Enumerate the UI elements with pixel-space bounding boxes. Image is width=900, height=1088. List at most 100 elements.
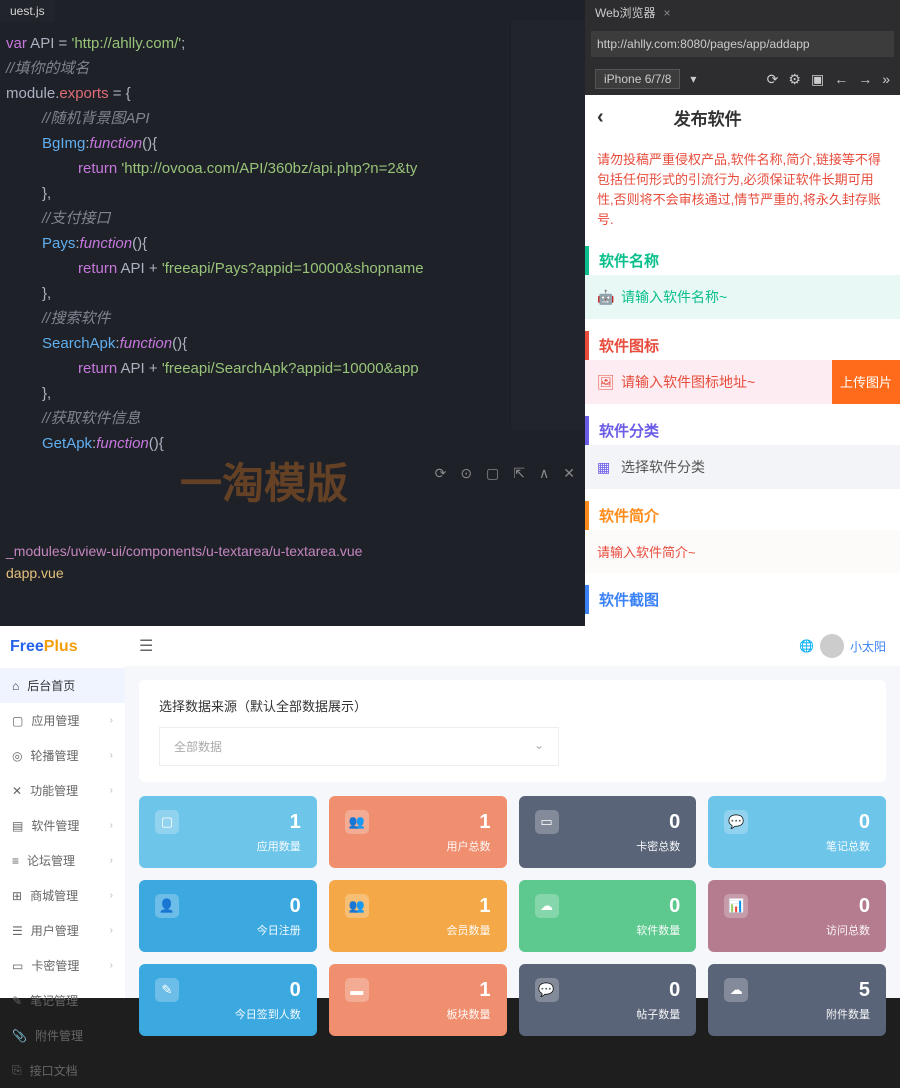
stat-card[interactable]: ▢1应用数量	[139, 796, 317, 868]
card-number: 0	[669, 811, 680, 834]
card-icon: 👥	[345, 810, 369, 834]
toolbar-icon[interactable]: ⟳	[435, 465, 447, 482]
menu-icon: ⎘	[12, 1063, 22, 1078]
panel-title: 选择数据来源（默认全部数据展示）	[159, 696, 866, 715]
menu-icon: ⌂	[12, 679, 19, 693]
menu-icon: ✎	[12, 994, 22, 1008]
card-icon: ☁	[535, 894, 559, 918]
sidebar: FreePlus ⌂后台首页▢应用管理›◎轮播管理›✕功能管理›▤软件管理›≡论…	[0, 626, 125, 998]
sidebar-item[interactable]: ◎轮播管理›	[0, 738, 125, 773]
minimap[interactable]	[510, 20, 585, 430]
card-number: 0	[290, 895, 301, 918]
code-area[interactable]: var API = 'http://ahlly.com/'; //填你的域名 m…	[0, 22, 585, 457]
stat-card[interactable]: ☁5附件数量	[708, 964, 886, 1036]
avatar[interactable]	[820, 634, 844, 658]
desc-input[interactable]: 请输入软件简介~	[585, 530, 900, 573]
filter-panel: 选择数据来源（默认全部数据展示） 全部数据⌄	[139, 680, 886, 782]
sidebar-item[interactable]: ⌂后台首页	[0, 668, 125, 703]
card-icon: 📊	[724, 894, 748, 918]
browser-tab[interactable]: Web浏览器 ×	[585, 0, 900, 25]
icon-input-row[interactable]: 🖼请输入软件图标地址~上传图片	[585, 360, 900, 404]
card-icon: ▢	[155, 810, 179, 834]
more-icon[interactable]: »	[882, 71, 890, 88]
gear-icon[interactable]: ⚙	[788, 71, 801, 88]
stat-card[interactable]: ▬1板块数量	[329, 964, 507, 1036]
stat-card[interactable]: 💬0笔记总数	[708, 796, 886, 868]
sidebar-item[interactable]: ✎笔记管理	[0, 983, 125, 1018]
card-number: 0	[669, 979, 680, 1002]
chevron-right-icon: ›	[110, 855, 113, 866]
forward-icon[interactable]: →	[858, 71, 872, 88]
stat-card[interactable]: ✎ 0 今日签到人数	[139, 964, 317, 1036]
section-cat-header: 软件分类	[585, 416, 900, 445]
stat-card[interactable]: 📊 0 访问总数	[708, 880, 886, 952]
terminal-line: _modules/uview-ui/components/u-textarea/…	[6, 540, 579, 562]
android-icon: 🤖	[597, 289, 613, 305]
stats-grid: ▢1应用数量👥1用户总数▭0卡密总数💬0笔记总数👤0今日注册👥1会员数量☁0软件…	[125, 796, 900, 1036]
terminal: _modules/uview-ui/components/u-textarea/…	[0, 540, 585, 584]
card-label: 访问总数	[724, 922, 870, 938]
editor-tab[interactable]: uest.js	[0, 0, 55, 22]
logo[interactable]: FreePlus	[0, 626, 125, 668]
card-label: 会员数量	[345, 922, 491, 938]
card-number: 1	[479, 811, 490, 834]
sidebar-item[interactable]: 📎附件管理	[0, 1018, 125, 1053]
sidebar-item[interactable]: ☰用户管理›	[0, 913, 125, 948]
sidebar-item[interactable]: ▤软件管理›	[0, 808, 125, 843]
section-shot-header: 软件截图	[585, 585, 900, 614]
card-number: 1	[479, 979, 490, 1002]
menu-icon: 📎	[12, 1029, 27, 1043]
toolbar-icon[interactable]: ∧	[539, 465, 549, 482]
card-label: 今日注册	[155, 922, 301, 938]
card-number: 0	[859, 895, 870, 918]
toolbar-icon[interactable]: ⇱	[513, 465, 525, 482]
card-label: 应用数量	[155, 838, 301, 854]
phone-preview: ‹ 发布软件 请勿投稿严重侵权产品,软件名称,简介,链接等不得包括任何形式的引流…	[585, 95, 900, 626]
admin-dashboard: FreePlus ⌂后台首页▢应用管理›◎轮播管理›✕功能管理›▤软件管理›≡论…	[0, 626, 900, 998]
menu-icon: ▭	[12, 959, 23, 973]
code-editor[interactable]: uest.js var API = 'http://ahlly.com/'; /…	[0, 0, 585, 626]
globe-icon[interactable]: 🌐	[799, 639, 814, 653]
hamburger-icon[interactable]: ☰	[139, 636, 153, 656]
name-input-row[interactable]: 🤖请输入软件名称~	[585, 275, 900, 319]
rotate-icon[interactable]: ⟳	[767, 71, 779, 88]
close-icon[interactable]: ×	[663, 6, 670, 20]
url-input[interactable]	[591, 31, 894, 57]
menu-icon: ☰	[12, 924, 23, 938]
chevron-down-icon[interactable]: ▾	[690, 72, 696, 86]
sidebar-item[interactable]: ≡论坛管理›	[0, 843, 125, 878]
sidebar-item[interactable]: ⎘接口文档	[0, 1053, 125, 1088]
card-label: 软件数量	[535, 922, 681, 938]
stat-card[interactable]: 👥1用户总数	[329, 796, 507, 868]
toolbar-icon[interactable]: ⊙	[460, 465, 472, 482]
toolbar-icon[interactable]: ✕	[563, 465, 575, 482]
stat-card[interactable]: ☁0软件数量	[519, 880, 697, 952]
card-number: 5	[859, 979, 870, 1002]
screenshot-icon[interactable]: ▣	[811, 71, 824, 88]
back-icon[interactable]: ←	[834, 71, 848, 88]
card-number: 0	[290, 979, 301, 1002]
stat-card[interactable]: ▭0卡密总数	[519, 796, 697, 868]
menu-icon: ◎	[12, 749, 22, 763]
username[interactable]: 小太阳	[850, 638, 886, 655]
card-label: 卡密总数	[535, 838, 681, 854]
data-source-select[interactable]: 全部数据⌄	[159, 727, 559, 766]
stat-card[interactable]: 💬0帖子数量	[519, 964, 697, 1036]
card-label: 今日签到人数	[155, 1006, 301, 1022]
upload-button[interactable]: 上传图片	[832, 360, 900, 404]
device-select[interactable]: iPhone 6/7/8	[595, 69, 680, 89]
image-icon: 🖼	[597, 374, 613, 390]
menu-icon: ✕	[12, 784, 22, 798]
sidebar-item[interactable]: ⊞商城管理›	[0, 878, 125, 913]
sidebar-item[interactable]: ✕功能管理›	[0, 773, 125, 808]
card-icon: 💬	[724, 810, 748, 834]
toolbar-icon[interactable]: ▢	[486, 465, 499, 482]
category-select[interactable]: ▦选择软件分类	[585, 445, 900, 489]
stat-card[interactable]: 👤 0 今日注册	[139, 880, 317, 952]
back-button[interactable]: ‹	[597, 106, 604, 129]
stat-card[interactable]: 👥1会员数量	[329, 880, 507, 952]
sidebar-item[interactable]: ▭卡密管理›	[0, 948, 125, 983]
sidebar-item[interactable]: ▢应用管理›	[0, 703, 125, 738]
card-icon: 👤	[155, 894, 179, 918]
card-icon: ✎	[155, 978, 179, 1002]
